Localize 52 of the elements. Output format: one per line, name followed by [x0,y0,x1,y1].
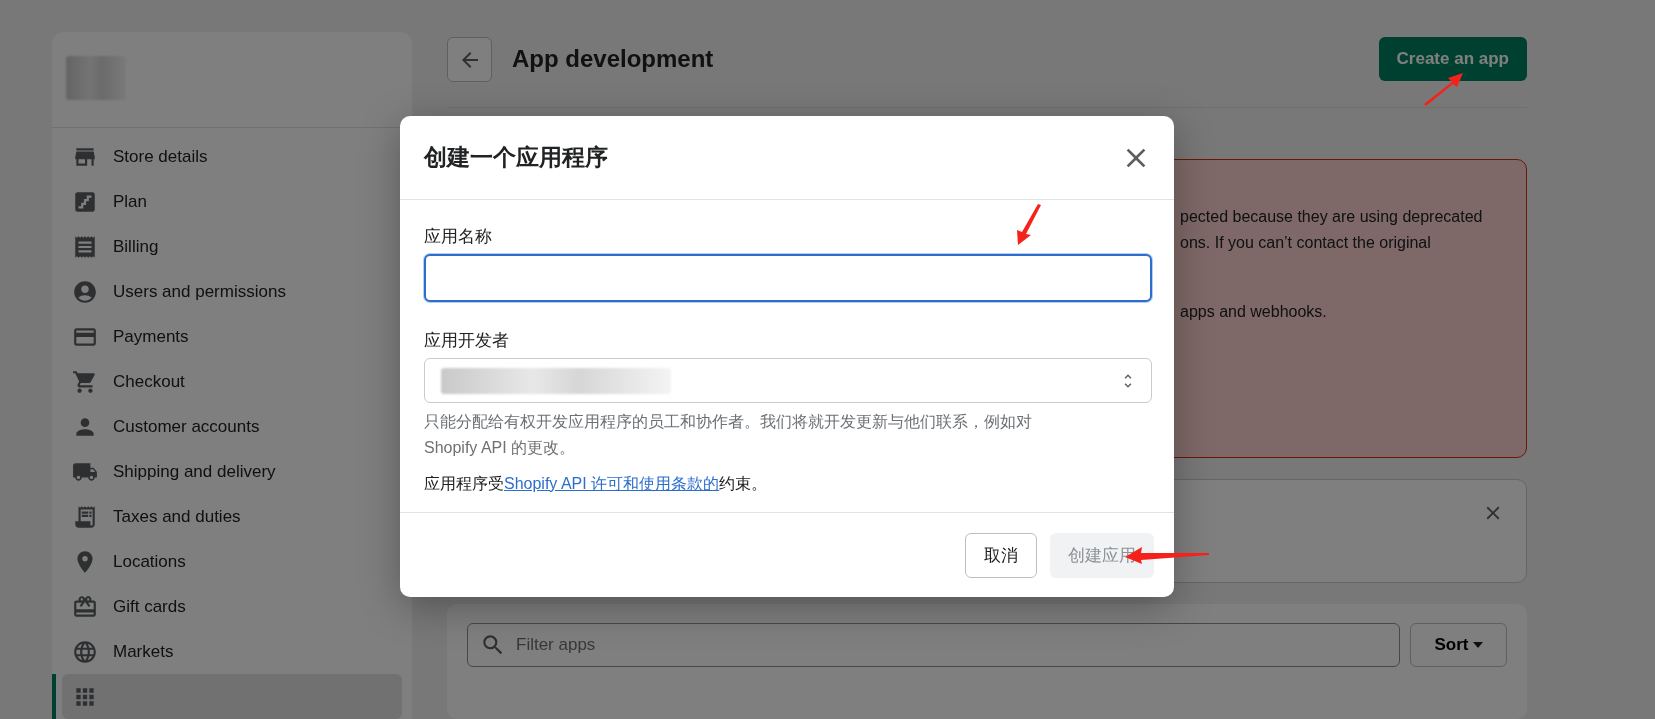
globe-icon [72,638,98,665]
sidebar-item[interactable]: Markets [62,629,402,674]
annotation-arrow [1424,73,1463,106]
sidebar-item-label: Payments [113,326,189,347]
sidebar-item[interactable]: Checkout [62,359,402,404]
sidebar-item[interactable]: Gift cards [62,584,402,629]
terms-text: 应用程序受Shopify API 许可和使用条款的约束。 [424,474,769,494]
sidebar-item-label: Locations [113,551,186,572]
sidebar-item[interactable]: Payments [62,314,402,359]
input-field[interactable] [424,254,1152,302]
banner-text: ons. If you can’t contact the original [1180,232,1432,253]
field-label: 应用开发者 [424,330,509,352]
sidebar-item[interactable]: Billing [62,224,402,269]
sidebar-item-label: Taxes and duties [113,506,241,527]
sort-button[interactable]: Sort [1410,622,1507,667]
select-field[interactable] [424,358,1152,403]
sidebar-item-label: Plan [113,191,148,212]
caret-icon [1472,641,1483,648]
receipt-icon [72,233,98,260]
filter-placeholder: Filter apps [516,634,596,655]
dialog-title: 创建一个应用程序 [424,143,608,172]
cancel-button[interactable]: 取消 [965,532,1037,578]
sidebar-item-label: Users and permissions [113,281,286,302]
page-title: App development [512,45,715,73]
sidebar-item-label: Billing [113,236,159,257]
back-button[interactable] [447,37,492,82]
field-label: 应用名称 [424,226,492,248]
sidebar-item[interactable]: Store details [62,134,402,179]
gift-icon [72,593,98,620]
sidebar-item-label: Checkout [113,371,185,392]
sidebar-item[interactable]: Shipping and delivery [62,449,402,494]
sidebar-item[interactable]: Customer accounts [62,404,402,449]
sidebar-item[interactable]: Locations [62,539,402,584]
banner-text: apps and webhooks. [1180,301,1328,322]
help-text: 只能分配给有权开发应用程序的员工和协作者。我们将就开发更新与他们联系，例如对 Shopify API 的更改。 [424,412,1033,458]
terms-link[interactable]: Shopify API 许可和使用条款的 [504,475,720,492]
receipt-icon [72,503,98,530]
blurred-logo [66,56,126,100]
annotation-arrow [1017,204,1041,245]
sidebar-item-label: Markets [113,641,174,662]
sidebar-item-label: Gift cards [113,596,186,617]
sidebar-item[interactable]: Users and permissions [62,269,402,314]
sidebar-item-label: Customer accounts [113,416,260,437]
filter-field[interactable]: Filter apps [467,622,1400,667]
active-indicator [52,674,56,719]
create-app-button[interactable]: Create an app [1378,37,1527,81]
sidebar-item-label: Store details [113,146,208,167]
sidebar-item[interactable]: Plan [62,179,402,224]
banner-text: pected because they are using deprecated [1180,206,1484,227]
cart-icon [72,368,98,395]
sidebar-item[interactable]: Taxes and duties [62,494,402,539]
sidebar-item-label: Shipping and delivery [113,461,276,482]
